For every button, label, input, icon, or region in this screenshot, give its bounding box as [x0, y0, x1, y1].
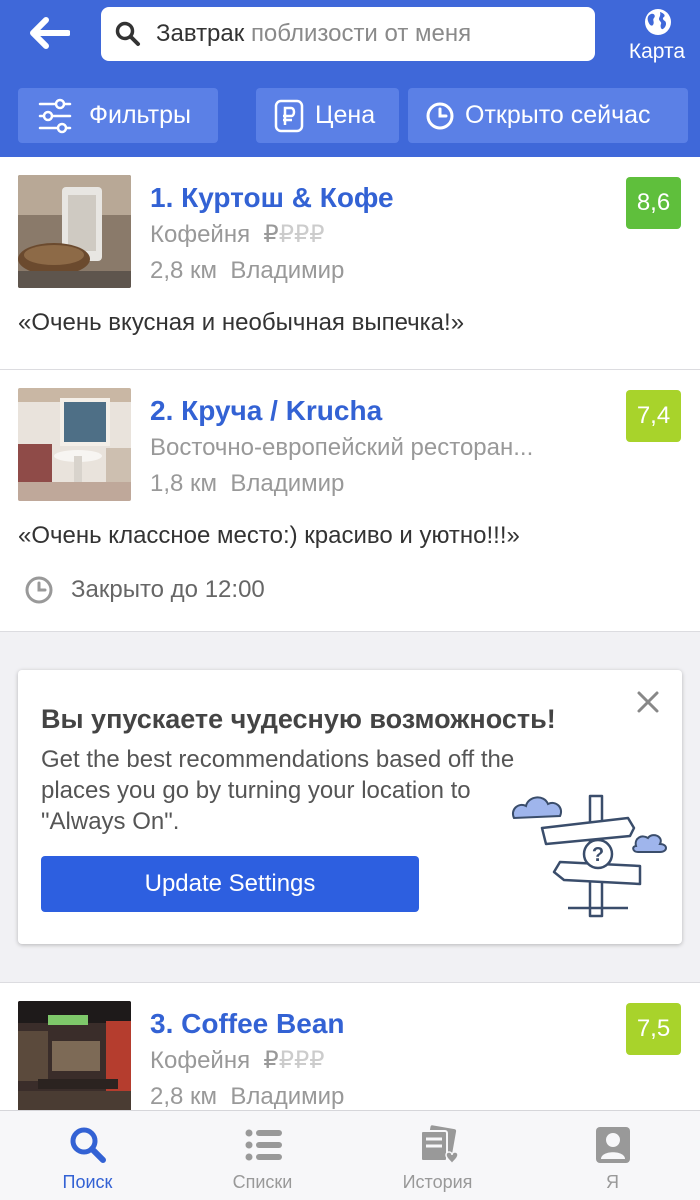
promo-title: Вы упускаете чудесную возможность! — [41, 704, 556, 734]
tab-label: История — [402, 1172, 473, 1192]
profile-icon — [596, 1127, 630, 1163]
venue-location-row: 1,8 км Владимир — [150, 470, 344, 498]
venue-category-row: Восточно-европейский ресторан... — [150, 434, 533, 462]
rating-badge: 7,5 — [626, 1003, 681, 1055]
rating-badge: 7,4 — [626, 390, 681, 442]
map-label: Карта — [628, 40, 686, 63]
venue-location-row: 2,8 км Владимир — [150, 1083, 344, 1110]
price-level-active: ₽ — [263, 221, 279, 248]
svg-text:?: ? — [592, 844, 604, 866]
tab-label: Поиск — [62, 1172, 113, 1192]
venue-card[interactable]: 3. Coffee Bean Кофейня ₽₽₽₽ 2,8 км Влади… — [0, 982, 700, 1110]
venue-name[interactable]: 3. Coffee Bean — [150, 1008, 345, 1040]
filters-button[interactable]: Фильтры — [18, 88, 218, 143]
tab-search[interactable]: Поиск — [0, 1111, 175, 1200]
venue-card[interactable]: 1. Куртош & Кофе Кофейня ₽₽₽₽ 2,8 км Вла… — [0, 157, 700, 370]
search-query-location: поблизости от меня — [250, 20, 472, 47]
price-level-active: ₽ — [263, 1047, 279, 1074]
results-list[interactable]: 1. Куртош & Кофе Кофейня ₽₽₽₽ 2,8 км Вла… — [0, 157, 700, 1110]
price-label: Цена — [315, 101, 376, 129]
globe-icon — [645, 9, 671, 35]
venue-location-row: 2,8 км Владимир — [150, 257, 344, 285]
sliders-icon — [35, 96, 75, 136]
venue-distance: 1,8 км — [150, 470, 218, 497]
clock-icon — [25, 576, 53, 604]
search-query-term: Завтрак — [156, 20, 245, 47]
tab-profile[interactable]: Я — [525, 1111, 700, 1200]
search-icon — [115, 21, 140, 46]
search-input[interactable]: Завтрак поблизости от меня — [101, 7, 595, 61]
venue-photo[interactable] — [18, 175, 131, 288]
back-button[interactable] — [24, 12, 74, 54]
venue-tip: «Очень классное место:) красиво и уютно!… — [18, 522, 520, 549]
search-icon — [70, 1127, 106, 1163]
venue-card[interactable]: 2. Круча / Krucha Восточно-европейский р… — [0, 370, 700, 632]
venue-hours: Закрыто до 12:00 — [24, 575, 265, 605]
venue-category-row: Кофейня ₽₽₽₽ — [150, 1047, 325, 1075]
venue-category: Кофейня — [150, 1047, 251, 1074]
venue-hours-text: Закрыто до 12:00 — [71, 576, 265, 603]
clock-icon — [425, 101, 455, 131]
promo-text: Get the best recommendations based off t… — [41, 746, 515, 835]
close-icon[interactable] — [634, 688, 662, 716]
venue-city: Владимир — [230, 257, 345, 284]
venue-photo[interactable] — [18, 1001, 131, 1110]
venue-category: Кофейня — [150, 221, 251, 248]
venue-distance: 2,8 км — [150, 1083, 218, 1110]
venue-distance: 2,8 км — [150, 257, 218, 284]
arrow-left-icon — [30, 17, 70, 49]
location-promo-card: Вы упускаете чудесную возможность! Get t… — [18, 670, 682, 944]
open-now-label: Открыто сейчас — [465, 101, 651, 129]
ruble-icon — [273, 99, 305, 133]
bottom-tab-bar: Поиск Списки История Я — [0, 1110, 700, 1200]
tab-label: Списки — [232, 1172, 293, 1192]
tab-history[interactable]: История — [350, 1111, 525, 1200]
venue-name[interactable]: 1. Куртош & Кофе — [150, 182, 394, 214]
tab-lists[interactable]: Списки — [175, 1111, 350, 1200]
venue-category: Восточно-европейский ресторан... — [150, 434, 534, 461]
rating-badge: 8,6 — [626, 177, 681, 229]
price-level-inactive: ₽₽₽ — [278, 221, 325, 248]
signpost-illustration: ? — [512, 794, 667, 918]
search-query: Завтрак поблизости от меня — [156, 21, 471, 47]
top-bar: Завтрак поблизости от меня Карта Фильтры — [0, 0, 700, 157]
filters-label: Фильтры — [89, 101, 191, 129]
venue-photo[interactable] — [18, 388, 131, 501]
history-icon — [420, 1125, 458, 1165]
venue-category-row: Кофейня ₽₽₽₽ — [150, 221, 325, 249]
price-level-inactive: ₽₽₽ — [278, 1047, 325, 1074]
update-settings-button[interactable]: Update Settings — [41, 856, 419, 912]
venue-city: Владимир — [230, 470, 345, 497]
list-icon — [245, 1129, 282, 1161]
map-button[interactable]: Карта — [618, 4, 696, 66]
tab-label: Я — [606, 1172, 619, 1192]
venue-name[interactable]: 2. Круча / Krucha — [150, 395, 382, 427]
open-now-button[interactable]: Открыто сейчас — [408, 88, 688, 143]
venue-tip: «Очень вкусная и необычная выпечка!» — [18, 309, 465, 336]
price-button[interactable]: Цена — [256, 88, 399, 143]
venue-city: Владимир — [230, 1083, 345, 1110]
